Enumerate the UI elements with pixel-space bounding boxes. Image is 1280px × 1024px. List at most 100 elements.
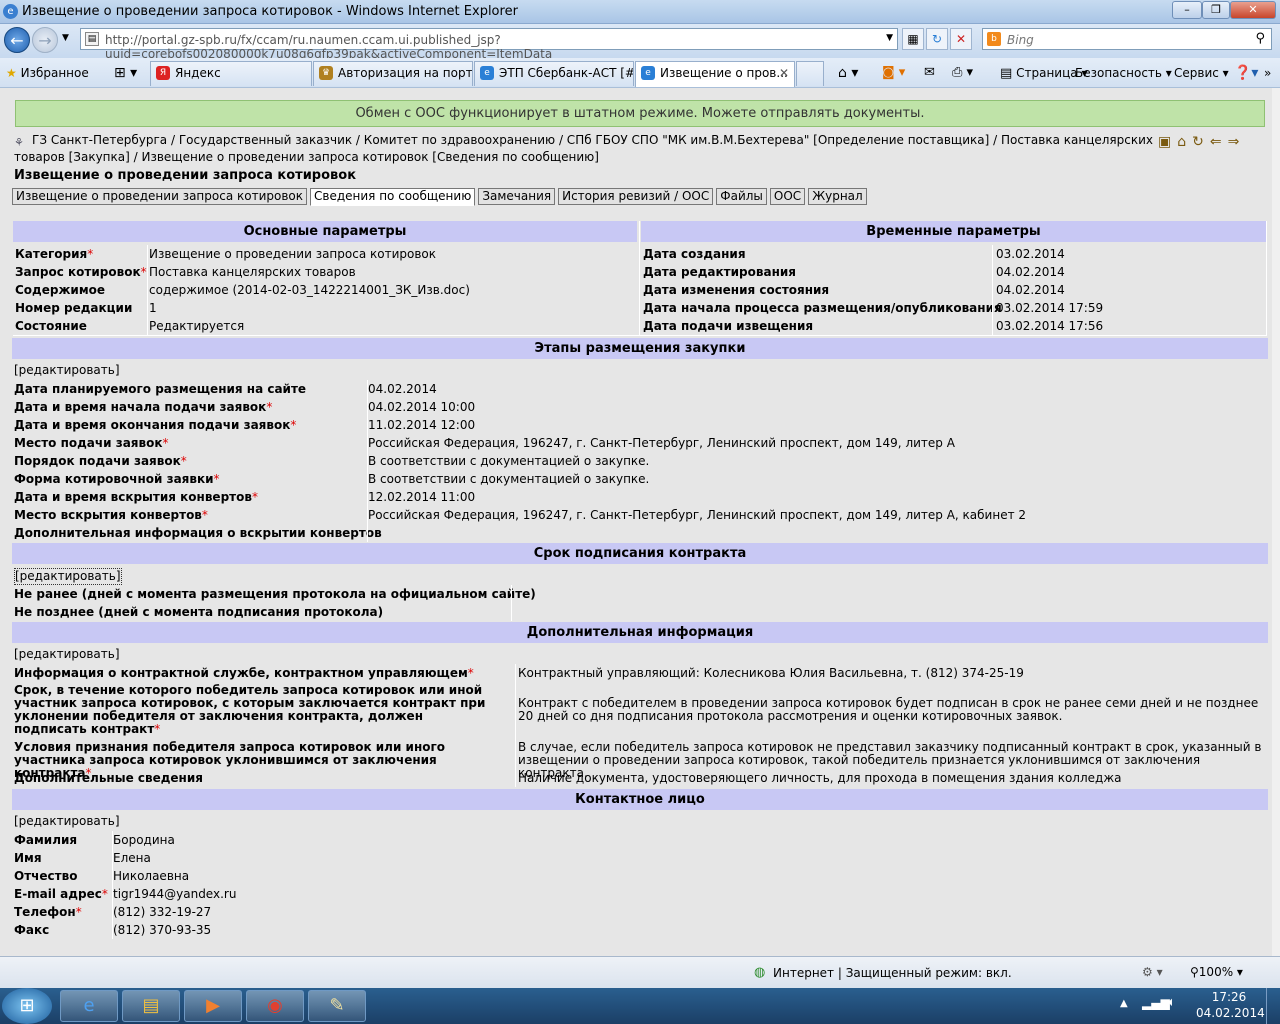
forward-button[interactable]: → (32, 27, 58, 53)
fav-link-yandex[interactable]: Я Яндекс (150, 61, 312, 86)
edit-contact-link[interactable]: [редактировать] (14, 814, 120, 829)
content-file-link[interactable]: содержимое (2014-02-03_1422214001_ЗК_Изв… (149, 281, 470, 299)
field-value: Контракт с победителем в проведении запр… (518, 696, 1259, 723)
field-value: 03.02.2014 17:59 (996, 301, 1104, 315)
tab-label: Авторизация на порта... (338, 66, 473, 80)
security-menu[interactable]: Безопасность ▾ (1075, 63, 1172, 83)
close-button[interactable]: ✕ (1230, 1, 1276, 19)
home-nav-icon[interactable]: ⌂ (1177, 134, 1192, 150)
field-label: Дата редактирования (643, 265, 796, 279)
explorer-taskbar-icon[interactable]: ▤ (122, 990, 180, 1022)
network-icon[interactable]: ▂▄▆ (1142, 996, 1170, 1010)
more-icon[interactable]: » (1264, 63, 1271, 83)
field-label: Дата и время начала подачи заявок* (14, 400, 273, 414)
tray-arrow-icon[interactable]: ▲ (1120, 998, 1128, 1009)
media-player-taskbar-icon[interactable]: ▶ (184, 990, 242, 1022)
refresh-icon[interactable]: ↻ (926, 28, 948, 50)
tab-oos[interactable]: ООС (769, 188, 806, 205)
toolbar-icons: ▣⌂↻⇐⇒ (1158, 134, 1268, 152)
field-label: Не ранее (дней с момента размещения прот… (14, 587, 536, 601)
favorites-button[interactable]: ★ Избранное (6, 63, 89, 85)
new-tab-button[interactable] (796, 61, 824, 86)
field-label: Категория* (15, 247, 94, 261)
tab-sberbank[interactable]: e ЭТП Сбербанк-АСТ [#... (474, 61, 634, 86)
quick-tabs-icon[interactable]: ⊞ ▾ (114, 63, 137, 85)
field-value: (812) 332-19-27 (113, 905, 212, 919)
content-tabs: Извещение о проведении запроса котировок… (12, 188, 870, 206)
field-label: Дополнительные сведения (14, 771, 203, 785)
tab-label: ЭТП Сбербанк-АСТ [#... (499, 66, 634, 80)
url-dropdown-icon[interactable]: ▼ (886, 33, 893, 43)
tab-notice-main[interactable]: Извещение о проведении запроса котировок (12, 188, 307, 205)
search-box[interactable]: b Bing ⚲ (982, 28, 1272, 50)
zoom-control[interactable]: ⚲100% ▾ (1190, 965, 1243, 979)
paint-taskbar-icon[interactable]: ✎ (308, 990, 366, 1022)
refresh-nav-icon[interactable]: ↻ (1192, 134, 1210, 150)
field-label: Порядок подачи заявок* (14, 454, 187, 468)
ie-taskbar-icon[interactable]: e (60, 990, 118, 1022)
page-content: Обмен с ООС функционирует в штатном режи… (0, 88, 1280, 956)
tools-menu[interactable]: Сервис ▾ (1174, 63, 1229, 83)
clock-time[interactable]: 17:26 (1200, 990, 1258, 1004)
minimize-button[interactable]: – (1172, 1, 1202, 19)
history-dropdown-icon[interactable]: ▼ (62, 33, 69, 43)
field-label: Отчество (14, 869, 78, 883)
tab-message-info[interactable]: Сведения по сообщению (310, 188, 476, 206)
field-value: Редактируется (149, 319, 245, 333)
field-label: Дата планируемого размещения на сайте (14, 382, 307, 396)
edit-contract-link[interactable]: [редактировать] (14, 568, 122, 585)
forward-nav-icon[interactable]: ⇒ (1228, 134, 1246, 150)
breadcrumb-text[interactable]: ГЗ Санкт-Петербурга / Государственный за… (14, 133, 1153, 164)
mail-icon[interactable]: ✉ (924, 63, 935, 83)
field-value: Елена (113, 851, 151, 865)
field-label: Дополнительная информация о вскрытии кон… (14, 526, 382, 540)
volume-icon[interactable]: 🔈︎ (1168, 995, 1176, 1010)
breadcrumb: ⚘ ГЗ Санкт-Петербурга / Государственный з… (14, 132, 1154, 166)
stages-header: Этапы размещения закупки (12, 338, 1268, 359)
tab-close-icon[interactable]: ✕ (779, 62, 789, 85)
stop-icon[interactable]: ✕ (950, 28, 972, 50)
status-banner: Обмен с ООС функционирует в штатном режи… (15, 100, 1265, 127)
show-desktop-button[interactable] (1266, 988, 1280, 1024)
field-value: Поставка канцелярских товаров (149, 265, 356, 279)
tab-auth[interactable]: ♛ Авторизация на порта... (313, 61, 473, 86)
maximize-button[interactable]: ❐ (1202, 1, 1230, 19)
folder-icon[interactable]: ▣ (1158, 134, 1177, 150)
back-button[interactable]: ← (4, 27, 30, 53)
tab-remarks[interactable]: Замечания (478, 188, 556, 205)
edit-stages-link[interactable]: [редактировать] (14, 363, 120, 378)
field-value: 11.02.2014 12:00 (368, 418, 476, 432)
field-value: 03.02.2014 17:56 (996, 319, 1104, 333)
divider (367, 380, 368, 542)
tab-notice[interactable]: e Извещение о пров... ✕ (635, 61, 795, 87)
edit-additional-link[interactable]: [редактировать] (14, 647, 120, 662)
vertical-scrollbar[interactable] (1272, 88, 1280, 956)
globe-icon: ◍ (754, 965, 766, 980)
home-icon[interactable]: ⌂ ▾ (838, 63, 858, 83)
address-field[interactable]: ▤ http://portal.gz-spb.ru/fx/ccam/ru.nau… (80, 28, 898, 61)
rss-icon[interactable]: ◙ ▾ (882, 63, 905, 83)
field-value: Николаевна (113, 869, 190, 883)
tools-menu-label: Сервис (1174, 66, 1219, 80)
protected-mode-icon[interactable]: ⚙ ▾ (1142, 965, 1163, 979)
search-icon[interactable]: ⚲ (1255, 31, 1265, 46)
field-value: В соответствии с документацией о закупке… (368, 454, 650, 468)
basic-params-header: Основные параметры (13, 221, 637, 242)
field-value: 1 (149, 301, 157, 315)
tab-journal[interactable]: Журнал (808, 188, 867, 205)
print-icon[interactable]: ⎙ ▾ (952, 63, 973, 83)
ie-page-icon: e (480, 66, 494, 80)
field-label: Форма котировочной заявки* (14, 472, 220, 486)
field-label: Фамилия (14, 833, 78, 847)
back-nav-icon[interactable]: ⇐ (1210, 134, 1228, 150)
chrome-taskbar-icon[interactable]: ◉ (246, 990, 304, 1022)
zone-status[interactable]: Интернет | Защищенный режим: вкл. (773, 966, 1012, 980)
help-icon[interactable]: ❓▾ (1234, 63, 1258, 83)
tab-revisions[interactable]: История ревизий / ООС (558, 188, 714, 205)
clock-date[interactable]: 04.02.2014 (1196, 1006, 1265, 1020)
field-value: 04.02.2014 (996, 265, 1065, 279)
additional-info-header: Дополнительная информация (12, 622, 1268, 643)
compat-view-icon[interactable]: ▦ (902, 28, 924, 50)
tab-files[interactable]: Файлы (716, 188, 767, 205)
start-button[interactable]: ⊞ (2, 988, 52, 1024)
